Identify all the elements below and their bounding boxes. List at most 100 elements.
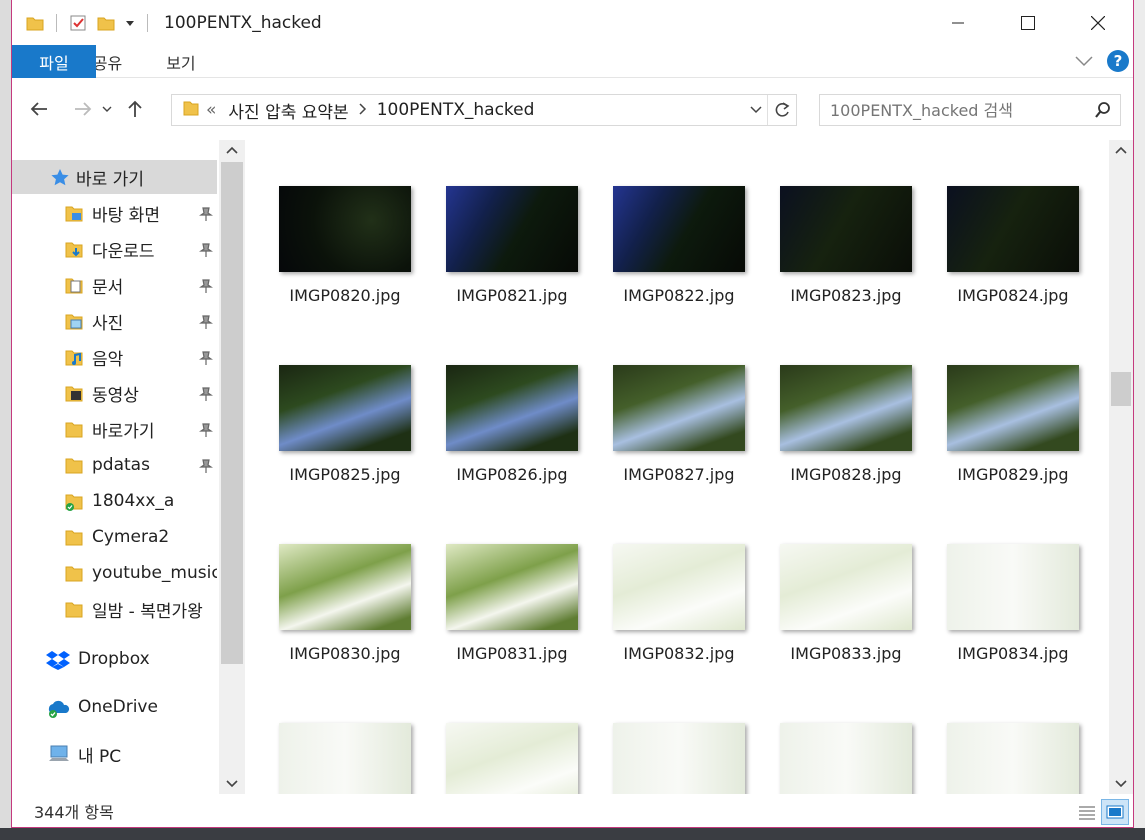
properties-icon[interactable] bbox=[67, 12, 89, 34]
toolbar-divider bbox=[56, 13, 57, 32]
file-name: IMGP0834.jpg bbox=[957, 644, 1069, 663]
file-thumbnail bbox=[279, 186, 411, 272]
file-item[interactable]: IMGP0820.jpg bbox=[270, 186, 420, 305]
pin-icon[interactable] bbox=[199, 206, 213, 226]
folder-icon bbox=[64, 420, 84, 438]
file-item[interactable] bbox=[270, 723, 420, 794]
pin-icon[interactable] bbox=[199, 458, 213, 478]
tab-view[interactable]: 보기 bbox=[144, 45, 217, 78]
breadcrumb-current[interactable]: 100PENTX_hacked bbox=[377, 100, 535, 120]
sidebar-item-2[interactable]: 문서 bbox=[12, 268, 217, 302]
pin-icon[interactable] bbox=[199, 422, 213, 442]
breadcrumb-parent[interactable]: 사진 압축 요약본 bbox=[228, 98, 348, 123]
file-item[interactable]: IMGP0827.jpg bbox=[604, 365, 754, 484]
file-name: IMGP0831.jpg bbox=[456, 644, 568, 663]
scroll-down-icon[interactable] bbox=[219, 774, 245, 794]
file-item[interactable]: IMGP0830.jpg bbox=[270, 544, 420, 663]
file-item[interactable]: IMGP0823.jpg bbox=[771, 186, 921, 305]
file-explorer-window: 100PENTX_hacked 파일 홈 공유 보기 ? bbox=[11, 0, 1134, 828]
sidebar-item-0[interactable]: 바탕 화면 bbox=[12, 196, 217, 230]
file-item[interactable]: IMGP0832.jpg bbox=[604, 544, 754, 663]
file-item[interactable]: IMGP0822.jpg bbox=[604, 186, 754, 305]
sidebar-item-quick-access[interactable]: 바로 가기 bbox=[12, 160, 217, 194]
file-item[interactable] bbox=[771, 723, 921, 794]
sidebar-item-9[interactable]: Cymera2 bbox=[12, 520, 217, 554]
sidebar-item-5[interactable]: 동영상 bbox=[12, 376, 217, 410]
help-button[interactable]: ? bbox=[1107, 50, 1129, 72]
file-name: IMGP0825.jpg bbox=[289, 465, 401, 484]
minimize-button[interactable] bbox=[923, 0, 993, 45]
sidebar-item-4[interactable]: 음악 bbox=[12, 340, 217, 374]
sidebar-item-10[interactable]: youtube_music_ bbox=[12, 556, 217, 590]
scroll-down-icon[interactable] bbox=[1109, 774, 1133, 794]
maximize-button[interactable] bbox=[993, 0, 1063, 45]
file-item[interactable]: IMGP0829.jpg bbox=[938, 365, 1088, 484]
content-scrollbar[interactable] bbox=[1109, 140, 1133, 794]
customize-toolbar-icon[interactable] bbox=[123, 12, 137, 34]
scroll-up-icon[interactable] bbox=[1109, 140, 1133, 160]
address-dropdown-icon[interactable] bbox=[744, 95, 768, 125]
file-item[interactable] bbox=[938, 723, 1088, 794]
navigation-pane: 바로 가기 바탕 화면다운로드문서사진 음악 동영상 바로가기 pdatas 1804xx… bbox=[12, 140, 245, 794]
up-button[interactable] bbox=[120, 94, 150, 124]
close-button[interactable] bbox=[1063, 0, 1133, 45]
address-bar[interactable]: « 사진 압축 요약본 100PENTX_hacked bbox=[171, 94, 797, 126]
new-folder-icon[interactable] bbox=[95, 12, 117, 34]
file-item[interactable] bbox=[604, 723, 754, 794]
file-item[interactable]: IMGP0828.jpg bbox=[771, 365, 921, 484]
sidebar-item-onedrive[interactable]: OneDrive bbox=[12, 690, 217, 724]
recent-locations-icon[interactable] bbox=[98, 94, 116, 124]
sidebar-item-this-pc[interactable]: 내 PC bbox=[12, 737, 217, 771]
breadcrumb-chevron-icon[interactable] bbox=[359, 102, 367, 118]
sidebar-item-11[interactable]: 일밤 - 복면가왕 bbox=[12, 592, 217, 626]
tab-file[interactable]: 파일 bbox=[12, 45, 96, 78]
file-item[interactable]: IMGP0833.jpg bbox=[771, 544, 921, 663]
refresh-icon[interactable] bbox=[768, 95, 796, 125]
file-thumbnail bbox=[947, 365, 1079, 451]
sidebar-item-label: 다운로드 bbox=[92, 241, 155, 262]
scroll-up-icon[interactable] bbox=[219, 140, 245, 160]
pin-icon[interactable] bbox=[199, 386, 213, 406]
file-item[interactable]: IMGP0821.jpg bbox=[437, 186, 587, 305]
videos-folder-icon bbox=[64, 384, 84, 402]
synced-folder-icon bbox=[64, 492, 84, 511]
file-thumbnail bbox=[613, 723, 745, 794]
pin-icon[interactable] bbox=[199, 350, 213, 370]
file-item[interactable]: IMGP0824.jpg bbox=[938, 186, 1088, 305]
sidebar-item-label: 문서 bbox=[92, 277, 124, 298]
file-thumbnail bbox=[613, 544, 745, 630]
expand-ribbon-icon[interactable] bbox=[1075, 52, 1093, 71]
file-thumbnail bbox=[780, 365, 912, 451]
sidebar-item-6[interactable]: 바로가기 bbox=[12, 412, 217, 446]
folder-icon bbox=[64, 528, 84, 546]
sidebar-item-7[interactable]: pdatas bbox=[12, 448, 217, 482]
window-controls bbox=[923, 0, 1133, 45]
scrollbar-thumb[interactable] bbox=[221, 162, 243, 664]
sidebar-item-8[interactable]: 1804xx_a bbox=[12, 484, 217, 518]
scrollbar-thumb[interactable] bbox=[1111, 372, 1131, 406]
pin-icon[interactable] bbox=[199, 278, 213, 298]
file-item[interactable]: IMGP0826.jpg bbox=[437, 365, 587, 484]
search-icon[interactable] bbox=[1094, 101, 1112, 123]
file-name: IMGP0822.jpg bbox=[623, 286, 735, 305]
file-item[interactable]: IMGP0825.jpg bbox=[270, 365, 420, 484]
back-button[interactable] bbox=[24, 94, 54, 124]
search-input[interactable] bbox=[830, 100, 1090, 120]
breadcrumb-overflow[interactable]: « bbox=[206, 100, 216, 120]
sidebar-scrollbar[interactable] bbox=[219, 140, 245, 794]
large-icons-view-icon[interactable] bbox=[1101, 799, 1129, 825]
search-box[interactable] bbox=[819, 94, 1121, 126]
file-item[interactable]: IMGP0834.jpg bbox=[938, 544, 1088, 663]
pin-icon[interactable] bbox=[199, 314, 213, 334]
folder-icon bbox=[182, 99, 200, 122]
folder-icon[interactable] bbox=[24, 12, 46, 34]
file-item[interactable]: IMGP0831.jpg bbox=[437, 544, 587, 663]
pin-icon[interactable] bbox=[199, 242, 213, 262]
forward-button[interactable] bbox=[68, 94, 98, 124]
details-view-icon[interactable] bbox=[1073, 799, 1101, 825]
sidebar-item-1[interactable]: 다운로드 bbox=[12, 232, 217, 266]
sidebar-item-3[interactable]: 사진 bbox=[12, 304, 217, 338]
file-thumbnail bbox=[613, 186, 745, 272]
sidebar-item-dropbox[interactable]: Dropbox bbox=[12, 642, 217, 676]
file-item[interactable] bbox=[437, 723, 587, 794]
